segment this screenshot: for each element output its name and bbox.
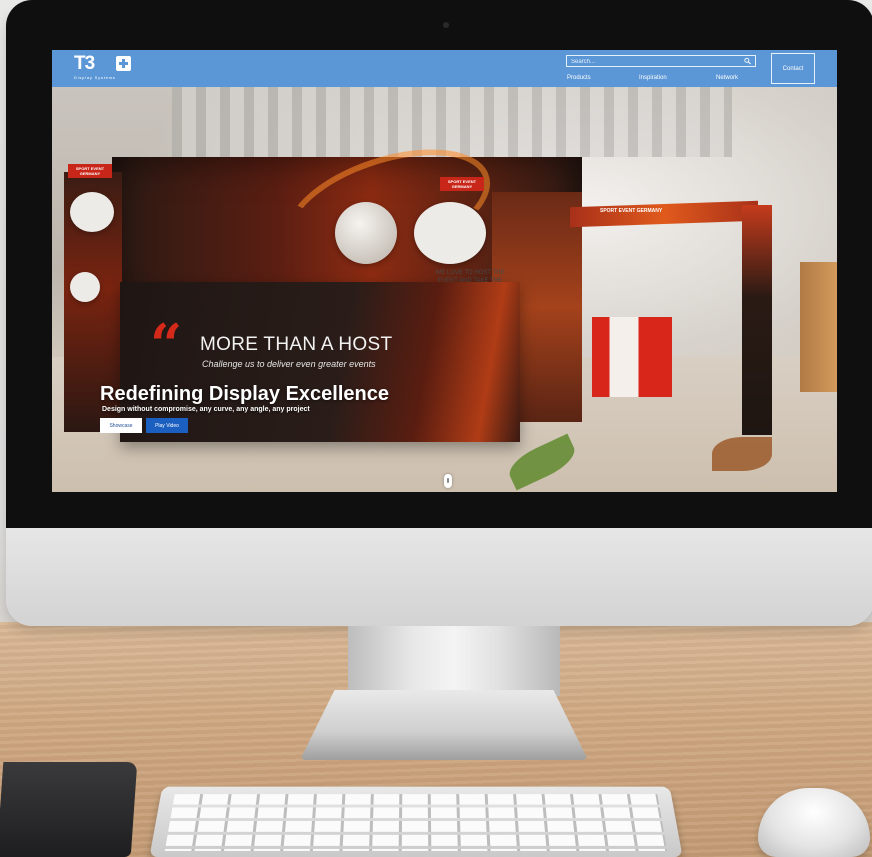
red-display-table (592, 317, 672, 397)
monitor-stand-base (300, 690, 588, 760)
nav-inspiration[interactable]: Inspiration (639, 75, 667, 81)
logo-text: T3 (74, 54, 94, 74)
nav-network[interactable]: Network (716, 75, 738, 81)
showcase-button[interactable]: Showcase (100, 418, 142, 433)
speech-bubble-graphic (414, 202, 486, 264)
booth-sign-tag: SPORT EVENT GERMANY (440, 177, 484, 191)
speech-bubble-graphic (70, 192, 114, 232)
camera-icon (443, 22, 449, 28)
scroll-down-icon[interactable] (444, 474, 452, 488)
notebook (0, 762, 137, 857)
logo-subtitle: Display Systems (74, 75, 116, 80)
booth-headline: MORE THAN A HOST (200, 334, 392, 356)
booth-sign-tag: SPORT EVENT GERMANY (68, 164, 112, 178)
quote-mark-icon: “ (150, 317, 182, 373)
globe-graphic (335, 202, 397, 264)
wooden-shelf (800, 262, 837, 392)
search-icon[interactable] (744, 57, 751, 65)
hanging-banner (570, 201, 758, 228)
booth-tagline: Challenge us to deliver even greater eve… (202, 359, 376, 369)
keyboard-keys (165, 794, 667, 851)
play-video-button[interactable]: Play Video (146, 418, 188, 433)
logo-plus-icon (116, 56, 131, 71)
hero-subtitle: Design without compromise, any curve, an… (102, 406, 310, 413)
site-header: T3 Display Systems Products Inspiration … (52, 50, 837, 87)
monitor-stand-neck (348, 626, 560, 696)
banner-text: SPORT EVENT GERMANY (600, 208, 662, 214)
screen: WE LOVE TO HOST THE EVENT AND TAKE THE E… (52, 50, 837, 492)
hall-ceiling (172, 87, 732, 157)
monitor-chin (6, 528, 872, 626)
search-box (566, 55, 756, 67)
hero-title: Redefining Display Excellence (100, 383, 389, 406)
search-input[interactable] (571, 57, 731, 66)
nav-products[interactable]: Products (567, 75, 591, 81)
speech-bubble-graphic (70, 272, 100, 302)
site-logo[interactable]: T3 Display Systems (72, 54, 136, 84)
plant-leaf-graphic (712, 437, 772, 471)
booth-right-post (742, 205, 772, 435)
contact-button[interactable]: Contact (771, 53, 815, 84)
keyboard (149, 787, 682, 857)
